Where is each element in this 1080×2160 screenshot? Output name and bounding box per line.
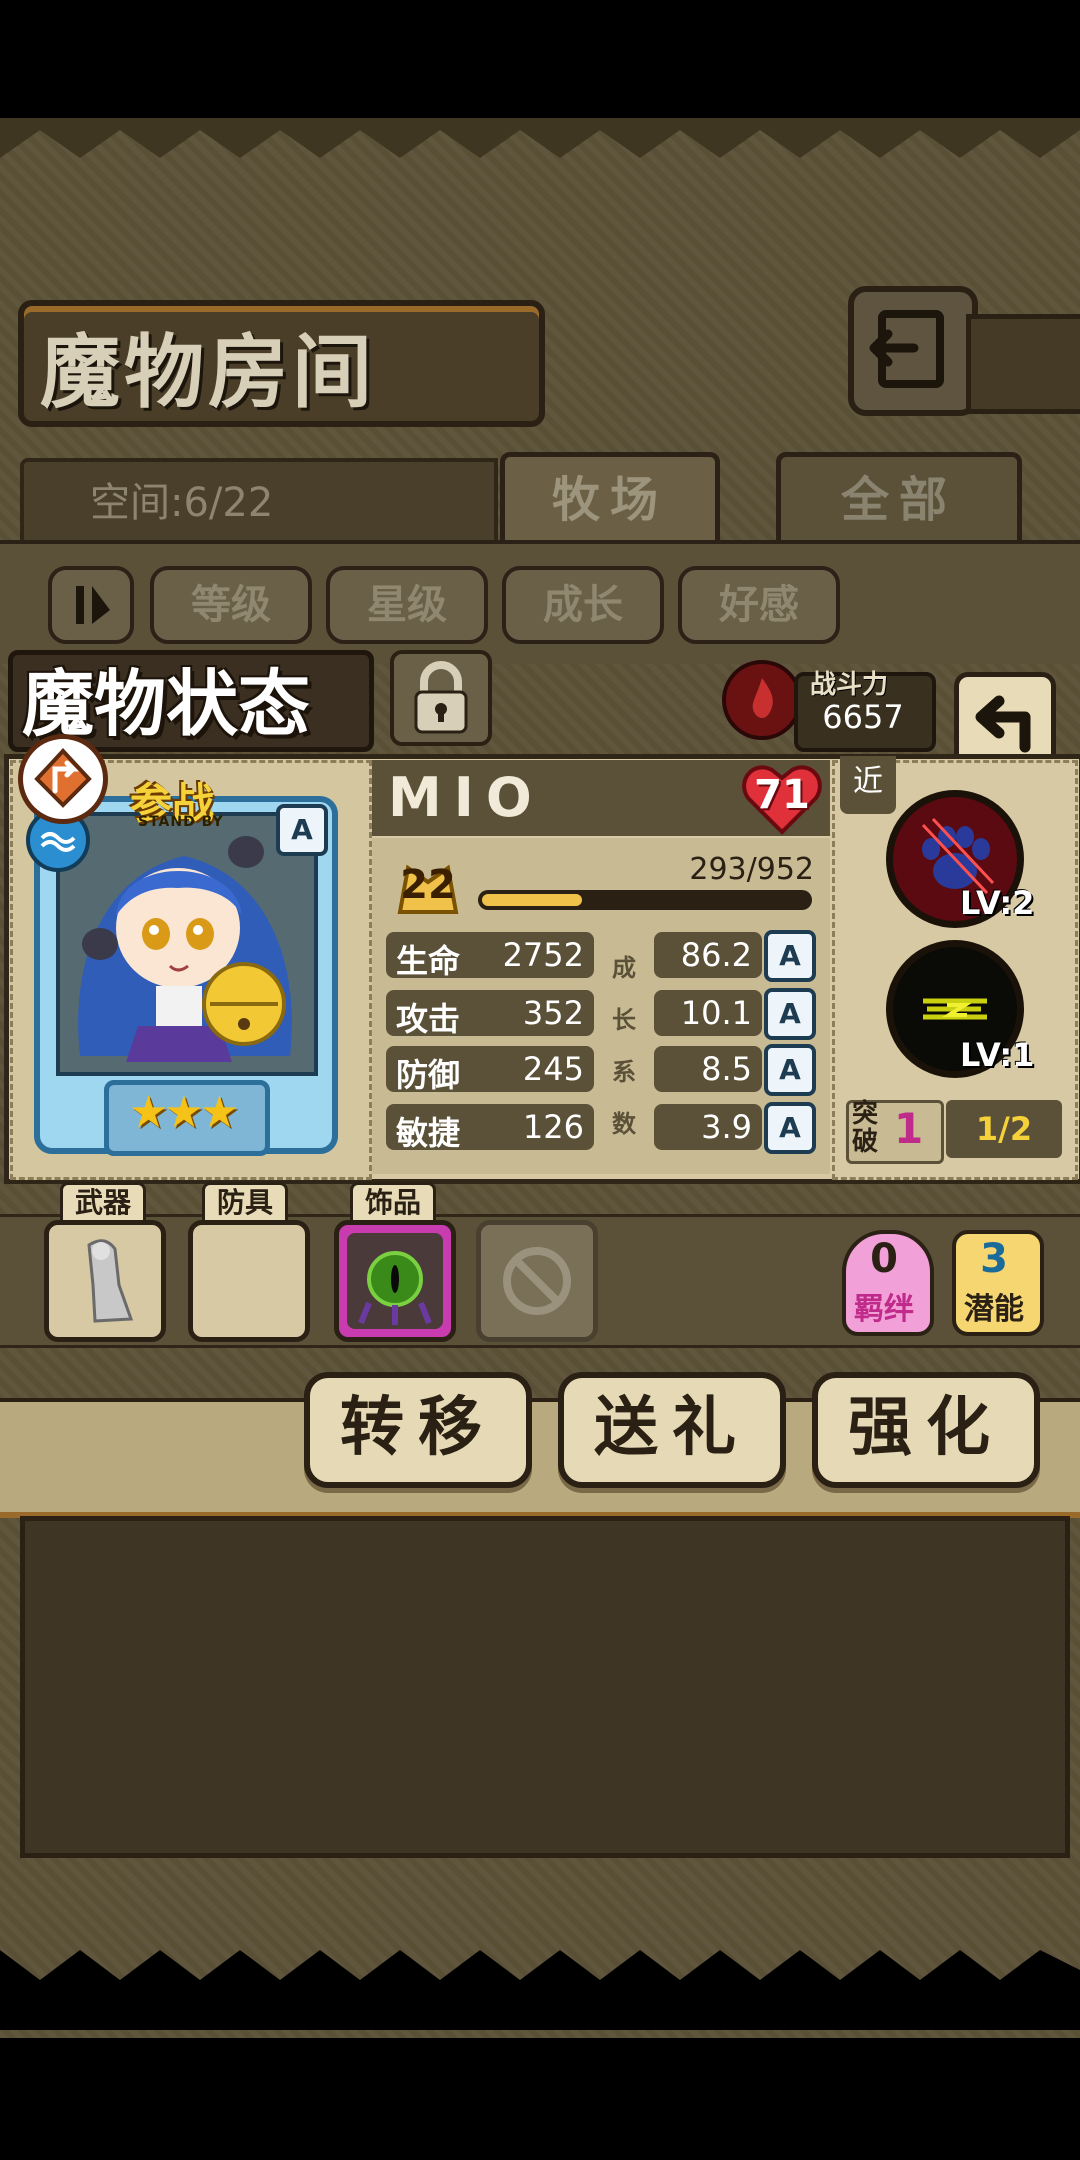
potential-value: 3 bbox=[980, 1236, 1008, 1282]
sort-icon bbox=[76, 586, 110, 624]
stat-value: 245 bbox=[522, 1050, 584, 1088]
lock-icon bbox=[414, 661, 468, 734]
transfer-button[interactable]: 转移 bbox=[304, 1372, 532, 1488]
affection-value: 71 bbox=[754, 772, 810, 818]
exit-side-panel bbox=[966, 314, 1080, 414]
growth-label-char: 数 bbox=[612, 1110, 636, 1138]
skill-1-level: LV:2 bbox=[960, 884, 1035, 922]
gift-button[interactable]: 送礼 bbox=[558, 1372, 786, 1488]
growth-value: 10.1 bbox=[680, 994, 752, 1032]
monster-portrait bbox=[78, 836, 292, 1062]
exit-button[interactable] bbox=[848, 286, 978, 416]
stat-value: 2752 bbox=[502, 936, 584, 974]
skill-2-level: LV:1 bbox=[960, 1036, 1035, 1074]
armor-slot[interactable] bbox=[188, 1220, 310, 1342]
enhance-button[interactable]: 强化 bbox=[812, 1372, 1040, 1488]
growth-value: 3.9 bbox=[701, 1108, 752, 1146]
growth-value: 86.2 bbox=[680, 936, 752, 974]
statue-weapon-icon bbox=[87, 1239, 134, 1323]
stat-value: 352 bbox=[522, 994, 584, 1032]
growth-grade-badge: A bbox=[764, 1102, 816, 1154]
space-counter: 空间:6/22 bbox=[90, 480, 274, 526]
growth-grade-badge: A bbox=[764, 930, 816, 982]
xp-bar-fill bbox=[482, 894, 582, 906]
accessory-slot[interactable] bbox=[334, 1220, 456, 1342]
filter-affection[interactable]: 好感 bbox=[678, 566, 840, 644]
room-title: 魔物房间 bbox=[40, 325, 376, 419]
stat-label: 敏捷 bbox=[396, 1114, 461, 1152]
zigzag-bottom-border bbox=[0, 1950, 1080, 2030]
growth-label-char: 长 bbox=[612, 1006, 636, 1034]
monster-list-area bbox=[20, 1516, 1070, 1858]
locked-slot bbox=[476, 1220, 598, 1342]
power-flame-icon bbox=[722, 660, 802, 740]
filter-star[interactable]: 星级 bbox=[326, 566, 488, 644]
weapon-slot[interactable] bbox=[44, 1220, 166, 1342]
tab-ranch[interactable]: 牧场 bbox=[500, 452, 720, 548]
growth-grade-badge: A bbox=[764, 1044, 816, 1096]
card-rank-badge: A bbox=[276, 804, 328, 856]
standby-sublabel: STAND BY bbox=[138, 814, 224, 830]
growth-value: 8.5 bbox=[701, 1050, 752, 1088]
forbidden-icon bbox=[503, 1247, 571, 1315]
sort-order-button[interactable] bbox=[48, 566, 134, 644]
stat-label: 攻击 bbox=[396, 1000, 461, 1038]
rarity-stars: ★★★ bbox=[128, 1087, 239, 1138]
stat-value: 126 bbox=[522, 1108, 584, 1146]
potential-label: 潜能 bbox=[964, 1292, 1024, 1327]
break-label: 突破 bbox=[852, 1099, 879, 1157]
growth-grade-badge: A bbox=[764, 988, 816, 1040]
stat-label: 防御 bbox=[396, 1056, 461, 1094]
exit-icon bbox=[869, 310, 944, 388]
growth-label-char: 成 bbox=[612, 954, 636, 982]
diamond-arrow-icon bbox=[34, 748, 92, 808]
bond-label: 羁绊 bbox=[854, 1292, 914, 1327]
eye-charm-icon bbox=[347, 1233, 443, 1329]
power-label: 战斗力 bbox=[810, 670, 889, 700]
range-tag: 近 bbox=[840, 756, 896, 814]
rotate-view-button[interactable] bbox=[18, 734, 108, 824]
zigzag-top-border bbox=[0, 118, 1080, 158]
monster-name: MIO bbox=[388, 766, 544, 829]
lock-button[interactable] bbox=[390, 650, 492, 746]
growth-label-char: 系 bbox=[612, 1058, 636, 1086]
power-value: 6657 bbox=[822, 698, 904, 736]
filter-growth[interactable]: 成长 bbox=[502, 566, 664, 644]
tab-all[interactable]: 全部 bbox=[776, 452, 1022, 548]
bond-value: 0 bbox=[870, 1236, 898, 1282]
break-ratio: 1/2 bbox=[946, 1100, 1062, 1158]
xp-text: 293/952 bbox=[689, 852, 814, 887]
stat-label: 生命 bbox=[396, 942, 461, 980]
filter-level[interactable]: 等级 bbox=[150, 566, 312, 644]
break-value: 1 bbox=[894, 1104, 924, 1153]
level-value: 22 bbox=[400, 862, 456, 908]
